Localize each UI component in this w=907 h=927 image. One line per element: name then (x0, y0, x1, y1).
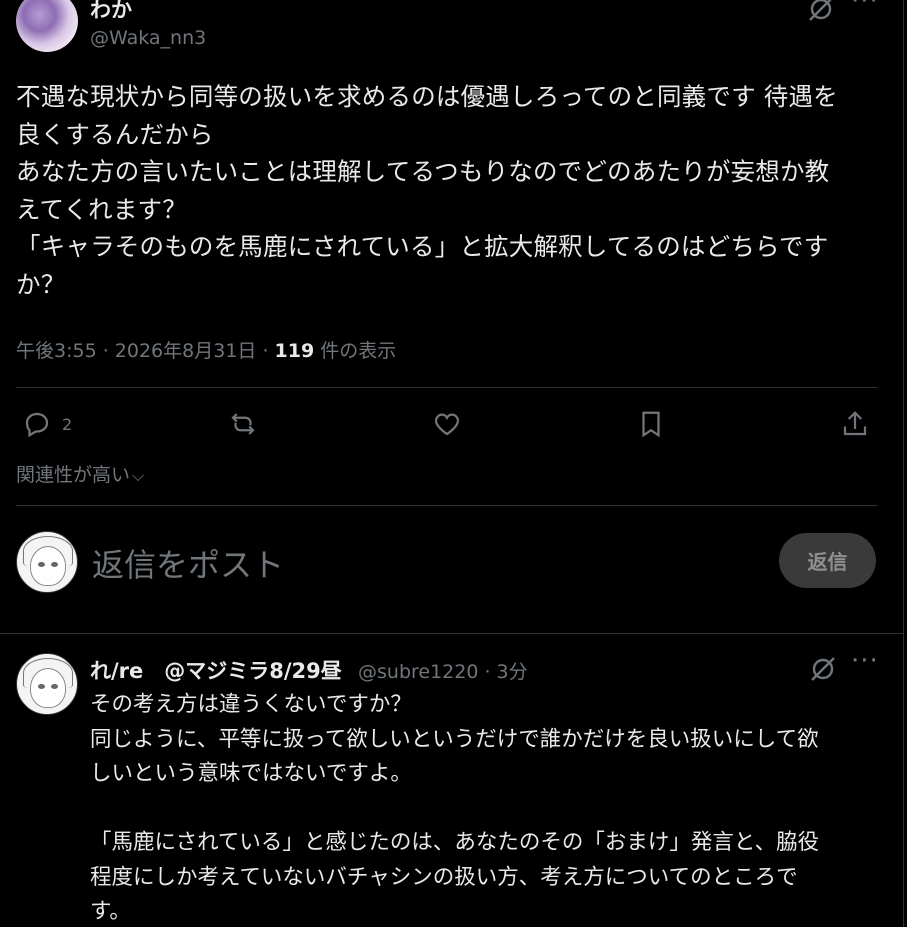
share-button[interactable] (840, 406, 870, 442)
more-options-icon[interactable]: ··· (851, 646, 879, 676)
grok-icon[interactable] (806, 0, 836, 28)
reply-line: 程度にしか考えていないバチャシンの扱い方、考え方についてのところで (90, 864, 798, 890)
reply-input[interactable]: 返信をポスト (92, 540, 284, 586)
divider (16, 505, 878, 506)
reply-body: その考え方は違うくないですか？ 同じように、平等に扱って欲しいというだけで誰かだ… (90, 688, 880, 927)
reply-author-name[interactable]: れ/re @マジミラ8/29昼 (90, 655, 342, 685)
tweet-detail-page: わか @Waka_nn3 ··· 不遇な現状から同等の扱いを求めるのは優遇しろっ… (0, 0, 907, 927)
reply-line: 「馬鹿にされている」と感じたのは、あなたのその「おまけ」発言と、脇役 (90, 830, 820, 855)
view-count-label: 件の表示 (314, 340, 397, 362)
bookmark-button[interactable] (636, 406, 666, 442)
reply-submit-button[interactable]: 返信 (779, 533, 876, 588)
bookmark-icon (642, 411, 660, 438)
reply-line: その考え方は違うくないですか？ (90, 692, 412, 717)
retweet-icon (231, 413, 255, 435)
share-icon (843, 411, 867, 436)
tweet-metadata: 午後3:55 · 2026年8月31日 · 119 件の表示 (16, 336, 396, 363)
tweet-line: 不遇な現状から同等の扱いを求めるのは優遇しろってのと同義です 待遇を (16, 82, 838, 111)
heart-icon (434, 413, 460, 436)
divider (16, 387, 878, 388)
author-handle[interactable]: @Waka_nn3 (90, 27, 206, 49)
reply-author-avatar[interactable] (16, 653, 78, 715)
divider (0, 633, 903, 634)
reply-line: 同じように、平等に扱って欲しいというだけで誰かだけを良い扱いにして欲 (90, 726, 819, 752)
chevron-down-icon: ⌵ (132, 466, 145, 485)
tweet-line: か？ (16, 269, 66, 299)
reply-button[interactable]: 2 (22, 406, 72, 442)
tweet-line: 良くするんだから (16, 119, 214, 149)
sort-label: 関連性が高い (16, 464, 131, 486)
grok-icon[interactable] (808, 654, 838, 688)
tweet-timestamp[interactable]: 午後3:55 · 2026年8月31日 · (16, 340, 275, 362)
like-button[interactable] (432, 406, 462, 442)
reply-line: す。 (90, 899, 131, 924)
tweet-line: あなた方の言いたいことは理解してるつもりなのでどのあたりが妄想か教 (16, 157, 830, 186)
reply-line (90, 792, 880, 827)
reply-line: しいという意味ではないですよ。 (90, 761, 412, 786)
tweet-body: 不遇な現状から同等の扱いを求めるのは優遇しろってのと同義です 待遇を 良くするん… (16, 78, 886, 303)
current-user-avatar[interactable] (16, 531, 78, 593)
reply-count: 2 (62, 414, 73, 434)
author-avatar[interactable] (16, 0, 78, 52)
reply-sort-dropdown[interactable]: 関連性が高い ⌵ (16, 460, 144, 487)
tweet-line: 「キャラそのものを馬鹿にされている」と拡大解釈してるのはどちらです (16, 232, 829, 261)
reply-author-handle[interactable]: @subre1220 · 3分 (358, 657, 528, 684)
reply-icon (25, 412, 49, 438)
retweet-button[interactable] (228, 406, 258, 442)
column-border (903, 0, 904, 927)
tweet-line: えてくれます？ (16, 194, 187, 224)
author-display-name[interactable]: わか (90, 0, 132, 24)
view-count: 119 (274, 340, 315, 362)
more-options-icon[interactable]: ··· (851, 0, 879, 16)
